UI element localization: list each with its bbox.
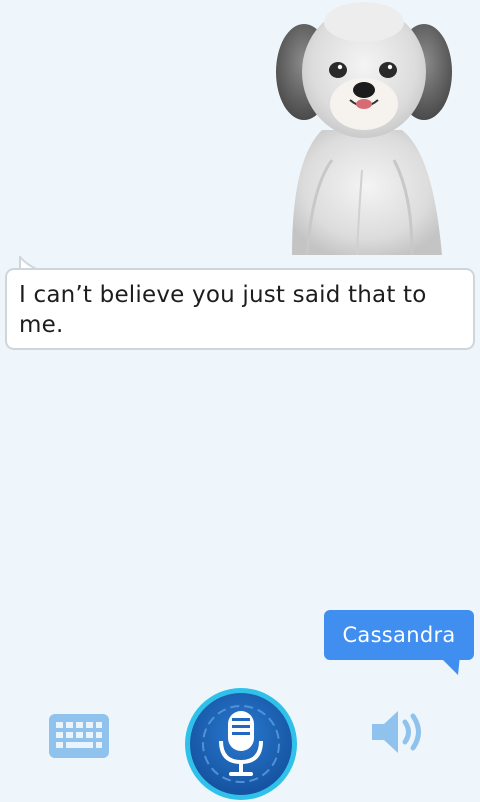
dog-avatar-image bbox=[276, 2, 452, 255]
microphone-button[interactable] bbox=[183, 686, 299, 802]
keyboard-icon[interactable] bbox=[48, 713, 110, 759]
user-bubble-tail bbox=[438, 655, 460, 675]
assistant-message-text: I can’t believe you just said that to me… bbox=[19, 282, 427, 338]
assistant-message-bubble: I can’t believe you just said that to me… bbox=[5, 268, 475, 350]
user-message-bubble: Cassandra bbox=[324, 610, 474, 660]
speaker-icon[interactable] bbox=[368, 706, 430, 758]
user-message-text: Cassandra bbox=[342, 623, 456, 647]
